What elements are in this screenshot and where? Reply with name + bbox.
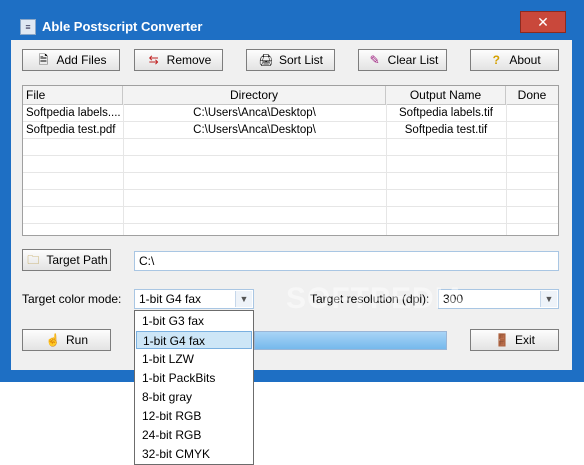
add-files-icon: 🗎: [38, 53, 49, 67]
add-files-button[interactable]: 🗎 Add Files: [22, 49, 120, 71]
row-divider: [23, 223, 558, 224]
progress-bar: [254, 331, 447, 350]
exit-button[interactable]: 🚪 Exit: [470, 329, 559, 351]
cell-file: Softpedia test.pdf: [26, 124, 116, 136]
clear-list-button[interactable]: ✎ Clear List: [358, 49, 447, 71]
exit-icon: 🚪: [494, 333, 510, 347]
watermark: SOFTPEDIA: [286, 282, 467, 315]
row-divider: [23, 172, 558, 173]
app-window: ≡ Able Postscript Converter ✕ 🗎 Add File…: [0, 0, 584, 382]
column-header-output-name[interactable]: Output Name: [386, 86, 506, 104]
run-icon: ☝: [45, 333, 61, 347]
about-label: About: [509, 53, 541, 67]
target-path-input[interactable]: C:\: [134, 251, 559, 271]
dropdown-option[interactable]: 12-bit RGB: [136, 407, 252, 425]
cell-done: [506, 122, 558, 138]
about-icon: ?: [492, 53, 500, 67]
remove-button[interactable]: ⇆ Remove: [134, 49, 223, 71]
column-header-directory[interactable]: Directory: [123, 86, 386, 104]
row-divider: [23, 189, 558, 190]
file-list-table[interactable]: File Directory Output Name Done Softpedi…: [22, 85, 559, 236]
progress-fill: [255, 332, 446, 349]
cell-file: Softpedia labels....: [26, 107, 121, 119]
row-divider: [23, 206, 558, 207]
run-button[interactable]: ☝ Run: [22, 329, 111, 351]
dropdown-option[interactable]: 1-bit G3 fax: [136, 312, 252, 330]
dropdown-option-selected[interactable]: 1-bit G4 fax: [136, 331, 252, 349]
sort-list-label: Sort List: [278, 53, 323, 67]
column-header-done[interactable]: Done: [506, 86, 558, 104]
chevron-down-icon[interactable]: ▼: [540, 291, 557, 307]
exit-label: Exit: [514, 333, 535, 347]
client-area: 🗎 Add Files ⇆ Remove 🖨 Sort List ✎ Clear…: [11, 40, 572, 370]
dropdown-option[interactable]: 32-bit CMYK: [136, 445, 252, 463]
clear-list-icon: ✎: [369, 53, 380, 67]
add-files-label: Add Files: [56, 53, 107, 67]
title-bar: ≡ Able Postscript Converter ✕: [0, 0, 584, 40]
sort-list-button[interactable]: 🖨 Sort List: [246, 49, 335, 71]
color-mode-select[interactable]: 1-bit G4 fax ▼: [134, 289, 254, 309]
cell-done: [506, 105, 558, 121]
sort-list-icon: 🖨: [258, 53, 274, 67]
dropdown-option[interactable]: 1-bit LZW: [136, 350, 252, 368]
color-mode-dropdown-list[interactable]: 1-bit G3 fax 1-bit G4 fax 1-bit LZW 1-bi…: [134, 310, 254, 465]
remove-icon: ⇆: [148, 53, 159, 67]
dropdown-option[interactable]: 1-bit PackBits: [136, 369, 252, 387]
clear-list-label: Clear List: [387, 53, 439, 67]
dropdown-option[interactable]: 24-bit RGB: [136, 426, 252, 444]
cell-output-name: Softpedia test.tif: [404, 124, 488, 136]
remove-label: Remove: [166, 53, 212, 67]
table-header: File Directory Output Name Done: [23, 86, 558, 105]
row-divider: [23, 155, 558, 156]
cell-directory: C:\Users\Anca\Desktop\: [193, 107, 316, 119]
dropdown-option[interactable]: 8-bit gray: [136, 388, 252, 406]
window-title: Able Postscript Converter: [42, 19, 203, 34]
cell-output-name: Softpedia labels.tif: [399, 107, 493, 119]
run-label: Run: [65, 333, 88, 347]
chevron-down-icon[interactable]: ▼: [235, 291, 252, 307]
folder-icon: 🗀: [27, 253, 40, 267]
about-button[interactable]: ? About: [470, 49, 559, 71]
column-header-file[interactable]: File: [23, 86, 123, 104]
color-mode-value: 1-bit G4 fax: [139, 292, 202, 306]
cell-directory: C:\Users\Anca\Desktop\: [193, 124, 316, 136]
close-button[interactable]: ✕: [520, 11, 566, 33]
target-path-button[interactable]: 🗀 Target Path: [22, 249, 111, 271]
row-divider: [23, 138, 558, 139]
app-icon[interactable]: ≡: [20, 19, 36, 35]
color-mode-label: Target color mode:: [22, 292, 122, 306]
target-path-label: Target Path: [46, 253, 108, 267]
